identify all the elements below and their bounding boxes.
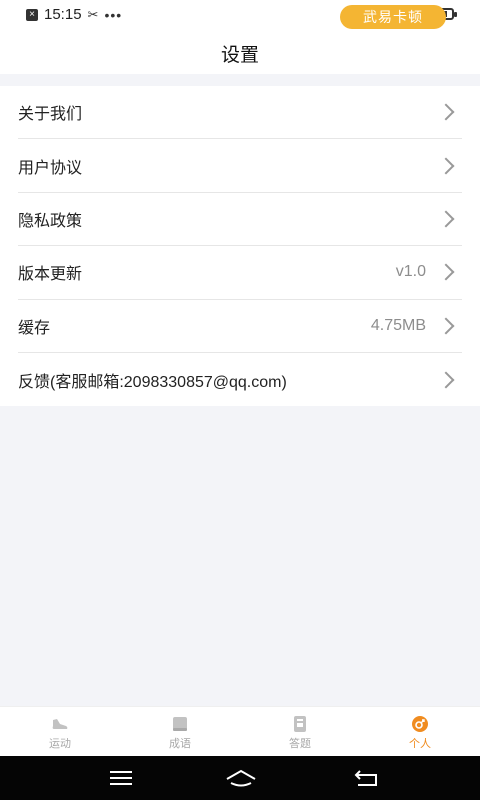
tab-label: 个人	[409, 738, 431, 750]
row-label: 隐私政策	[18, 212, 83, 230]
tools-icon: ✂	[87, 6, 99, 22]
home-icon[interactable]	[224, 766, 258, 790]
chevron-right-icon	[437, 371, 455, 389]
chevron-right-icon	[437, 210, 455, 228]
book-icon	[173, 717, 187, 731]
settings-row-cache[interactable]: 缓存 4.75MB	[18, 300, 462, 353]
chevron-right-icon	[437, 263, 455, 281]
notification-close-icon: ×	[26, 8, 38, 21]
status-left: × 15:15 ✂ •••	[26, 6, 122, 23]
chevron-right-icon	[437, 317, 455, 335]
settings-row-user-agreement[interactable]: 用户协议	[18, 139, 462, 193]
tab-bar: 运动 成语 答题 个人	[0, 706, 480, 756]
back-icon[interactable]	[352, 766, 382, 790]
tab-idiom[interactable]: 成语	[120, 707, 240, 756]
row-label: 反馈(客服邮箱:2098330857@qq.com)	[18, 373, 287, 391]
tab-label: 答题	[289, 738, 311, 750]
nav-bar: 设置	[0, 32, 480, 74]
settings-row-feedback[interactable]: 反馈(客服邮箱:2098330857@qq.com)	[18, 353, 462, 406]
mode-pill[interactable]: 武易卡顿	[340, 5, 446, 29]
row-label: 用户协议	[18, 159, 83, 177]
more-dots-icon: •••	[104, 6, 123, 23]
settings-list: 关于我们 用户协议 隐私政策 版本更新 v1.0 缓存 4.75MB 反馈(客服…	[0, 86, 480, 407]
settings-row-about[interactable]: 关于我们	[18, 86, 462, 140]
profile-icon	[412, 716, 428, 732]
cache-size-value: 4.75MB	[370, 316, 426, 334]
row-label: 版本更新	[18, 266, 83, 284]
row-label: 关于我们	[18, 106, 83, 124]
tab-label: 运动	[49, 738, 71, 750]
settings-row-privacy[interactable]: 隐私政策	[18, 193, 462, 247]
quiz-icon	[294, 716, 306, 732]
menu-icon[interactable]	[106, 766, 136, 790]
chevron-right-icon	[437, 103, 455, 121]
tab-quiz[interactable]: 答题	[240, 707, 360, 756]
tab-label: 成语	[169, 738, 191, 750]
status-time: 15:15	[44, 6, 82, 23]
chevron-right-icon	[437, 157, 455, 175]
tab-sport[interactable]: 运动	[0, 707, 120, 756]
sneaker-icon	[52, 719, 68, 729]
tab-profile[interactable]: 个人	[360, 707, 480, 756]
page-title: 设置	[220, 45, 259, 66]
row-label: 缓存	[18, 319, 51, 337]
settings-row-version[interactable]: 版本更新 v1.0	[18, 246, 462, 300]
version-value: v1.0	[395, 263, 426, 281]
system-nav-bar	[0, 756, 480, 800]
